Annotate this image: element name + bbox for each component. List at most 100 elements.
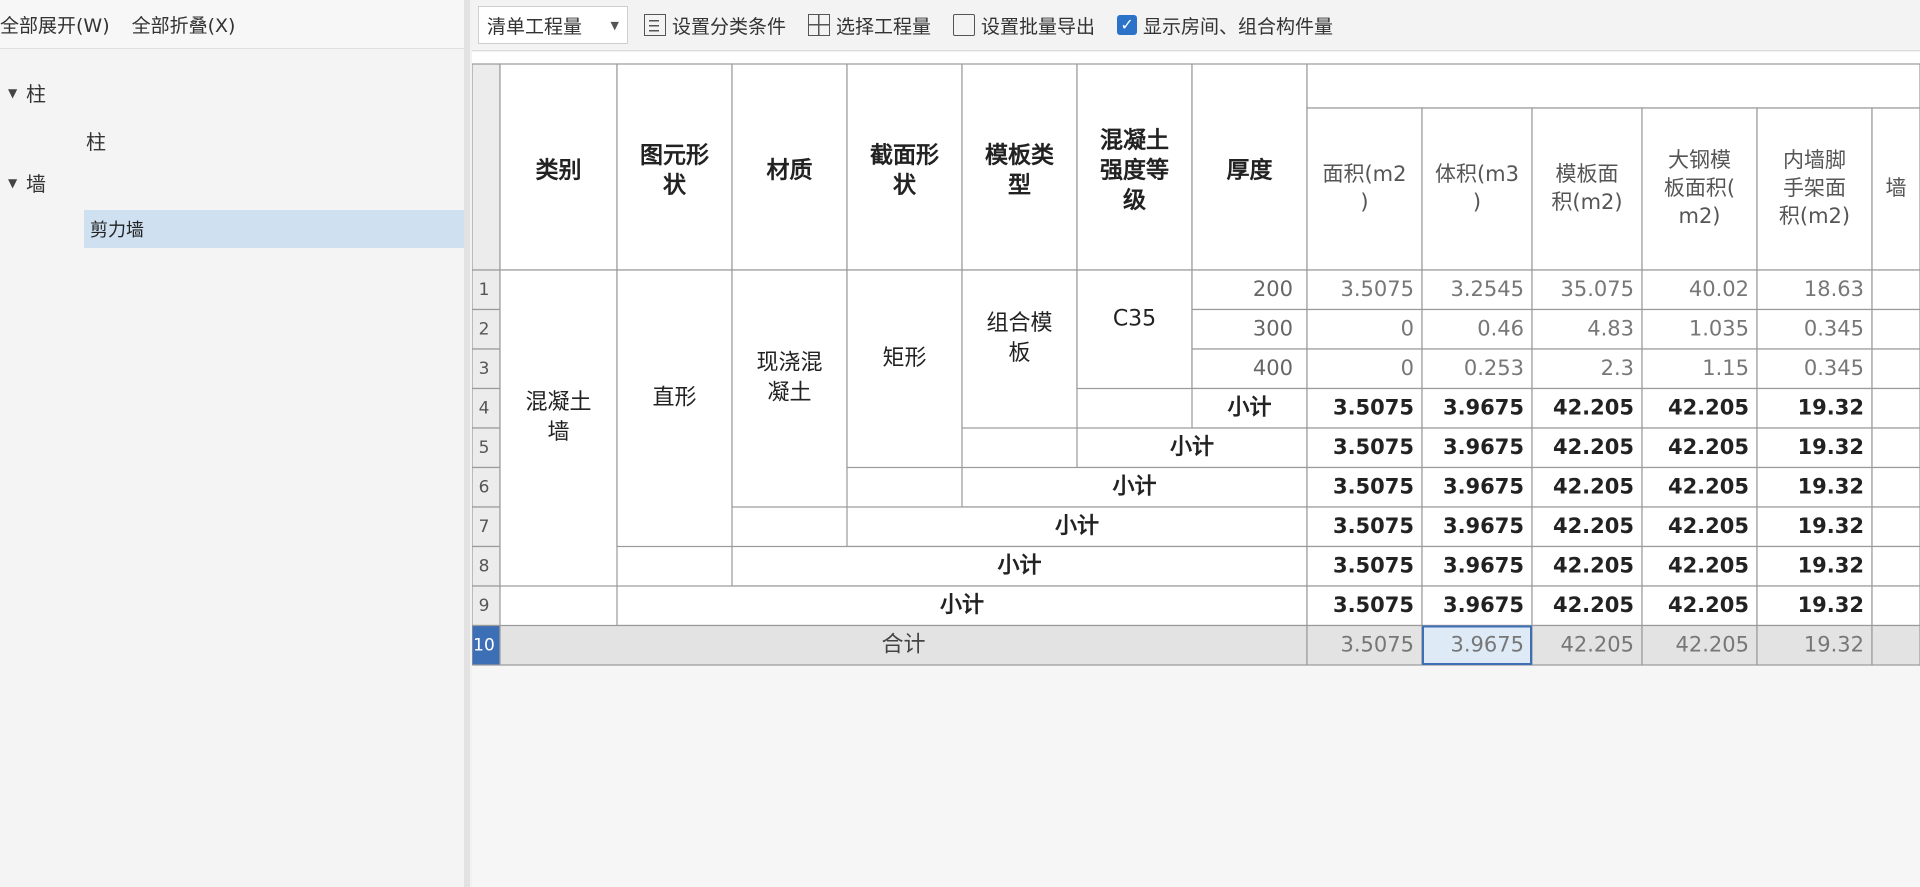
table-grid: 类别图元形状材质截面形状模板类型混凝土强度等级厚度 面积(m2)体积(m3)模板面… — [472, 52, 1920, 666]
header-label: 厚度 — [1227, 157, 1274, 184]
row-number: 2 — [479, 319, 490, 339]
data-value: 42.205 — [1668, 593, 1749, 617]
data-value: 19.32 — [1798, 553, 1864, 577]
data-value: 3.5075 — [1333, 514, 1414, 538]
header-label: 截面形 — [870, 143, 939, 169]
descriptor-text: 矩形 — [882, 346, 926, 371]
data-value: 0 — [1401, 316, 1414, 340]
data-value: 3.9675 — [1443, 593, 1524, 617]
header-label: 手架面 — [1783, 176, 1846, 200]
data-value: 3.9675 — [1443, 553, 1524, 577]
expand-arrow-icon[interactable]: ▼ — [8, 176, 26, 190]
tree-node-wall[interactable]: ▼ 墙 — [8, 168, 46, 197]
thickness-value: 400 — [1253, 356, 1293, 380]
descriptor-text: 混凝土 — [525, 390, 591, 415]
data-value: 42.205 — [1553, 395, 1634, 419]
thickness-value: 200 — [1253, 277, 1293, 301]
tree-leaf-label: 柱 — [86, 130, 106, 154]
header-label: 体积(m3 — [1435, 162, 1519, 186]
data-value: 42.205 — [1553, 553, 1634, 577]
expand-arrow-icon[interactable]: ▼ — [8, 86, 26, 100]
data-value: 42.205 — [1553, 435, 1634, 459]
checkbox-checked-icon[interactable]: ✓ — [1117, 15, 1138, 35]
header-label: 内墙脚 — [1783, 148, 1846, 172]
header-label: 大钢模 — [1668, 148, 1731, 172]
descriptor-text: C35 — [1113, 306, 1156, 331]
header-label: 模板类 — [985, 143, 1054, 169]
data-value: 42.205 — [1668, 395, 1749, 419]
subtotal-label: 小计 — [1170, 435, 1214, 460]
data-value: 3.9675 — [1443, 514, 1524, 538]
descriptor-text: 组合模 — [986, 311, 1052, 336]
descriptor-text: 凝土 — [767, 381, 811, 406]
quantity-type-select[interactable]: 清单工程量 ▼ — [478, 6, 628, 44]
header-label: 强度等 — [1100, 157, 1169, 184]
descriptor-text: 直形 — [652, 385, 696, 410]
header-label: 面积(m2 — [1322, 162, 1406, 186]
select-quantity-button[interactable]: 选择工程量 — [808, 12, 931, 39]
report-toolbar: 清单工程量 ▼ 设置分类条件 选择工程量 设置批量导出 ✓ 显示房间、组合构件量 — [472, 0, 1920, 51]
data-value: 42.205 — [1668, 514, 1749, 538]
set-category-button[interactable]: 设置分类条件 — [644, 12, 786, 39]
truncated-cell — [1871, 585, 1920, 627]
header-label: 图元形 — [640, 143, 709, 169]
data-value: 0.253 — [1464, 356, 1524, 380]
data-value: 3.5075 — [1333, 435, 1414, 459]
truncated-cell — [1871, 466, 1920, 508]
checkbox-label: 显示房间、组合构件量 — [1143, 15, 1334, 38]
data-value: 42.205 — [1553, 593, 1634, 617]
data-value: 3.5075 — [1341, 632, 1414, 656]
data-value: 0.345 — [1804, 316, 1864, 340]
header-label: 墙 — [1886, 176, 1907, 200]
button-label: 设置批量导出 — [981, 15, 1096, 38]
data-value: 3.9675 — [1443, 474, 1524, 498]
data-value: 1.035 — [1689, 316, 1749, 340]
header-label: ) — [1360, 190, 1368, 214]
subtotal-label: 小计 — [940, 593, 984, 618]
row-number: 3 — [479, 359, 490, 379]
data-value: 35.075 — [1561, 277, 1634, 301]
truncated-cell — [1871, 506, 1920, 548]
tree-node-column[interactable]: ▼ 柱 — [8, 78, 46, 107]
expand-all-button[interactable]: 全部展开(W) — [0, 11, 110, 38]
tree-leaf-column[interactable]: 柱 — [86, 126, 106, 155]
button-label: 设置分类条件 — [672, 15, 787, 38]
tree-leaf-shear-wall[interactable]: 剪力墙 — [84, 210, 464, 248]
data-value: 19.32 — [1798, 514, 1864, 538]
data-value: 3.5075 — [1333, 553, 1414, 577]
header-label: 型 — [1008, 173, 1031, 199]
batch-export-button[interactable]: 设置批量导出 — [953, 12, 1095, 39]
tree-node-label: 柱 — [26, 82, 46, 106]
subtotal-label: 小计 — [1227, 395, 1271, 420]
select-value: 清单工程量 — [487, 15, 583, 38]
data-value: 42.205 — [1561, 632, 1634, 656]
header-cell — [1421, 107, 1533, 271]
data-value: 19.32 — [1798, 474, 1864, 498]
truncated-cell — [1871, 427, 1920, 469]
row-number: 6 — [479, 477, 490, 497]
data-value: 3.9675 — [1451, 632, 1524, 656]
data-value: 19.32 — [1798, 435, 1864, 459]
data-value: 0 — [1401, 356, 1414, 380]
data-value: 42.205 — [1676, 632, 1749, 656]
thickness-value: 300 — [1253, 316, 1293, 340]
data-value: 19.32 — [1798, 593, 1864, 617]
truncated-cell — [1871, 387, 1920, 429]
header-label: 级 — [1123, 187, 1146, 214]
collapse-all-button[interactable]: 全部折叠(X) — [132, 11, 236, 38]
header-label: 材质 — [767, 158, 813, 184]
row-number: 4 — [479, 398, 490, 418]
header-label: 混凝土 — [1100, 127, 1169, 154]
data-value: 2.3 — [1601, 356, 1634, 380]
data-value: 19.32 — [1798, 395, 1864, 419]
tree-leaf-label: 剪力墙 — [90, 220, 144, 241]
descriptor-text: 墙 — [547, 420, 569, 445]
data-value: 4.83 — [1587, 316, 1634, 340]
data-value: 42.205 — [1668, 474, 1749, 498]
truncated-cell — [1871, 348, 1920, 390]
show-rooms-checkbox[interactable]: ✓ 显示房间、组合构件量 — [1117, 12, 1333, 39]
data-value: 3.9675 — [1443, 435, 1524, 459]
data-value: 40.02 — [1689, 277, 1749, 301]
header-label: 积(m2) — [1779, 204, 1850, 228]
table-grid-icon — [808, 14, 831, 36]
